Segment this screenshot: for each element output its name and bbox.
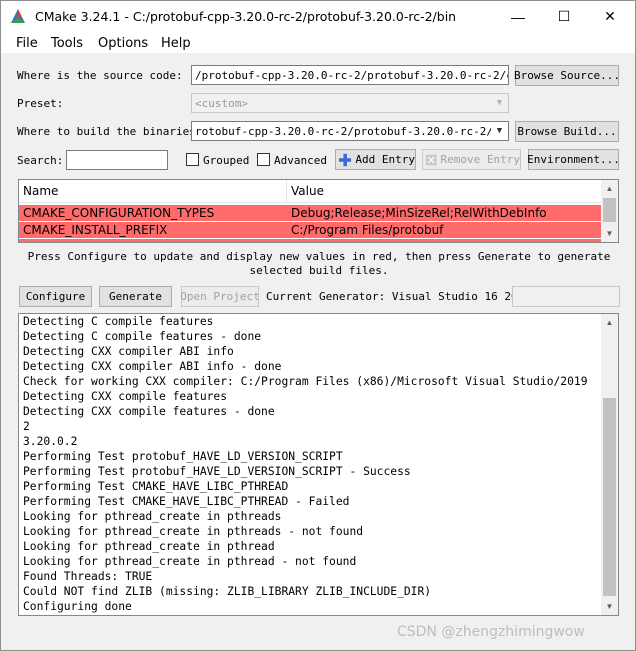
column-divider <box>286 180 287 203</box>
minimize-button[interactable]: — <box>495 1 541 32</box>
output-line: Detecting C compile features <box>23 315 214 328</box>
cmake-logo-icon <box>11 9 25 23</box>
build-path-value: rotobuf-cpp-3.20.0-rc-2/protobuf-3.20.0-… <box>195 125 509 138</box>
output-line: Looking for pthread_create in pthread <box>23 540 275 553</box>
output-lines: Detecting C compile features Detecting C … <box>23 314 603 614</box>
output-line: Looking for pthread_create in pthreads <box>23 510 282 523</box>
search-input[interactable] <box>66 150 168 170</box>
chevron-down-icon: ▼ <box>496 98 503 108</box>
scroll-down-icon[interactable]: ▼ <box>601 225 618 242</box>
output-line: Looking for pthread_create in pthread - … <box>23 555 357 568</box>
scroll-thumb[interactable] <box>603 398 616 596</box>
title-bar[interactable]: CMake 3.24.1 - C:/protobuf-cpp-3.20.0-rc… <box>1 1 635 32</box>
preset-combo[interactable]: <custom> ▼ <box>191 93 509 113</box>
source-path-combo[interactable]: /protobuf-cpp-3.20.0-rc-2/protobuf-3.20.… <box>191 65 509 85</box>
close-icon: ✕ <box>604 8 616 24</box>
generate-button[interactable]: Generate <box>99 286 172 307</box>
output-line: Performing Test protobuf_HAVE_LD_VERSION… <box>23 450 343 463</box>
column-header-name[interactable]: Name <box>23 184 58 198</box>
scroll-up-icon[interactable]: ▲ <box>601 180 618 197</box>
menu-tools[interactable]: Tools <box>51 36 83 51</box>
menu-options[interactable]: Options <box>98 36 148 51</box>
build-path-combo[interactable]: rotobuf-cpp-3.20.0-rc-2/protobuf-3.20.0-… <box>191 121 509 141</box>
preset-label: Preset: <box>17 97 64 110</box>
advanced-label: Advanced <box>274 154 327 167</box>
generator-status-box <box>512 286 620 307</box>
grouped-label: Grouped <box>203 154 250 167</box>
source-label: Where is the source code: <box>17 69 183 82</box>
chevron-down-icon[interactable]: ▼ <box>491 122 508 140</box>
output-line: Looking for pthread_create in pthreads -… <box>23 525 364 538</box>
row-value: Debug;Release;MinSizeRel;RelWithDebInfo <box>291 206 547 220</box>
scroll-down-icon[interactable]: ▼ <box>601 598 618 615</box>
close-button[interactable]: ✕ <box>587 1 633 32</box>
row-name: CMAKE_CONFIGURATION_TYPES <box>23 206 215 220</box>
output-line: Performing Test CMAKE_HAVE_LIBC_PTHREAD <box>23 480 289 493</box>
add-entry-label: Add Entry <box>355 153 415 166</box>
watermark: CSDN @zhengzhimingwow <box>397 624 585 640</box>
remove-x-icon <box>426 154 437 165</box>
menu-help[interactable]: Help <box>161 36 191 51</box>
minimize-icon: — <box>511 8 525 25</box>
menu-bar: File Tools Options Help <box>1 32 635 54</box>
table-row[interactable]: CMAKE_CONFIGURATION_TYPES Debug;Release;… <box>19 205 603 221</box>
scroll-up-icon[interactable]: ▲ <box>601 314 618 331</box>
table-row-partial[interactable] <box>19 239 603 242</box>
environment-button[interactable]: Environment... <box>527 149 620 170</box>
output-line: Detecting C compile features - done <box>23 330 262 343</box>
output-line: 2 <box>23 420 30 433</box>
output-line: Configuring done <box>23 600 132 613</box>
output-line: Detecting CXX compiler ABI info <box>23 345 234 358</box>
output-line: Detecting CXX compiler ABI info - done <box>23 360 282 373</box>
maximize-button[interactable]: ☐ <box>541 1 587 32</box>
cache-table: Name Value CMAKE_CONFIGURATION_TYPES Deb… <box>18 179 619 243</box>
search-label: Search: <box>17 154 64 167</box>
table-header: Name Value <box>19 180 603 203</box>
table-row[interactable]: CMAKE_INSTALL_PREFIX C:/Program Files/pr… <box>19 222 603 238</box>
output-line: Found Threads: TRUE <box>23 570 153 583</box>
add-entry-button[interactable]: Add Entry <box>335 149 416 170</box>
preset-value: <custom> <box>195 97 248 110</box>
row-value: C:/Program Files/protobuf <box>291 223 444 237</box>
output-log[interactable]: Detecting C compile features Detecting C … <box>18 313 619 616</box>
source-path-value: /protobuf-cpp-3.20.0-rc-2/protobuf-3.20.… <box>195 69 509 82</box>
output-line: Could NOT find ZLIB (missing: ZLIB_LIBRA… <box>23 585 432 598</box>
browse-source-button[interactable]: Browse Source... <box>514 65 620 86</box>
current-generator: Current Generator: Visual Studio 16 2019 <box>266 290 531 303</box>
configure-button[interactable]: Configure <box>19 286 92 307</box>
open-project-button[interactable]: Open Project <box>180 286 260 307</box>
remove-entry-label: Remove Entry <box>440 153 520 166</box>
output-line: Detecting CXX compile features - done <box>23 405 275 418</box>
table-scrollbar[interactable]: ▲ ▼ <box>601 180 618 242</box>
build-label: Where to build the binaries: <box>17 125 203 138</box>
output-line: Check for working CXX compiler: C:/Progr… <box>23 375 588 388</box>
output-scrollbar[interactable]: ▲ ▼ <box>601 314 618 615</box>
output-line: Performing Test CMAKE_HAVE_LIBC_PTHREAD … <box>23 495 350 508</box>
remove-entry-button[interactable]: Remove Entry <box>422 149 521 170</box>
column-header-value[interactable]: Value <box>291 184 324 198</box>
grouped-checkbox[interactable] <box>186 153 199 166</box>
info-message: Press Configure to update and display ne… <box>27 250 611 277</box>
window-title: CMake 3.24.1 - C:/protobuf-cpp-3.20.0-rc… <box>35 9 457 24</box>
output-line: Performing Test protobuf_HAVE_LD_VERSION… <box>23 465 411 478</box>
advanced-checkbox[interactable] <box>257 153 270 166</box>
cmake-window: CMake 3.24.1 - C:/protobuf-cpp-3.20.0-rc… <box>0 0 636 651</box>
plus-icon <box>339 153 352 166</box>
menu-file[interactable]: File <box>16 36 38 51</box>
row-name: CMAKE_INSTALL_PREFIX <box>23 223 168 237</box>
output-line: 3.20.0.2 <box>23 435 78 448</box>
scroll-thumb[interactable] <box>603 198 616 222</box>
maximize-icon: ☐ <box>557 8 571 24</box>
browse-build-button[interactable]: Browse Build... <box>515 121 619 142</box>
output-line: Detecting CXX compile features <box>23 390 228 403</box>
